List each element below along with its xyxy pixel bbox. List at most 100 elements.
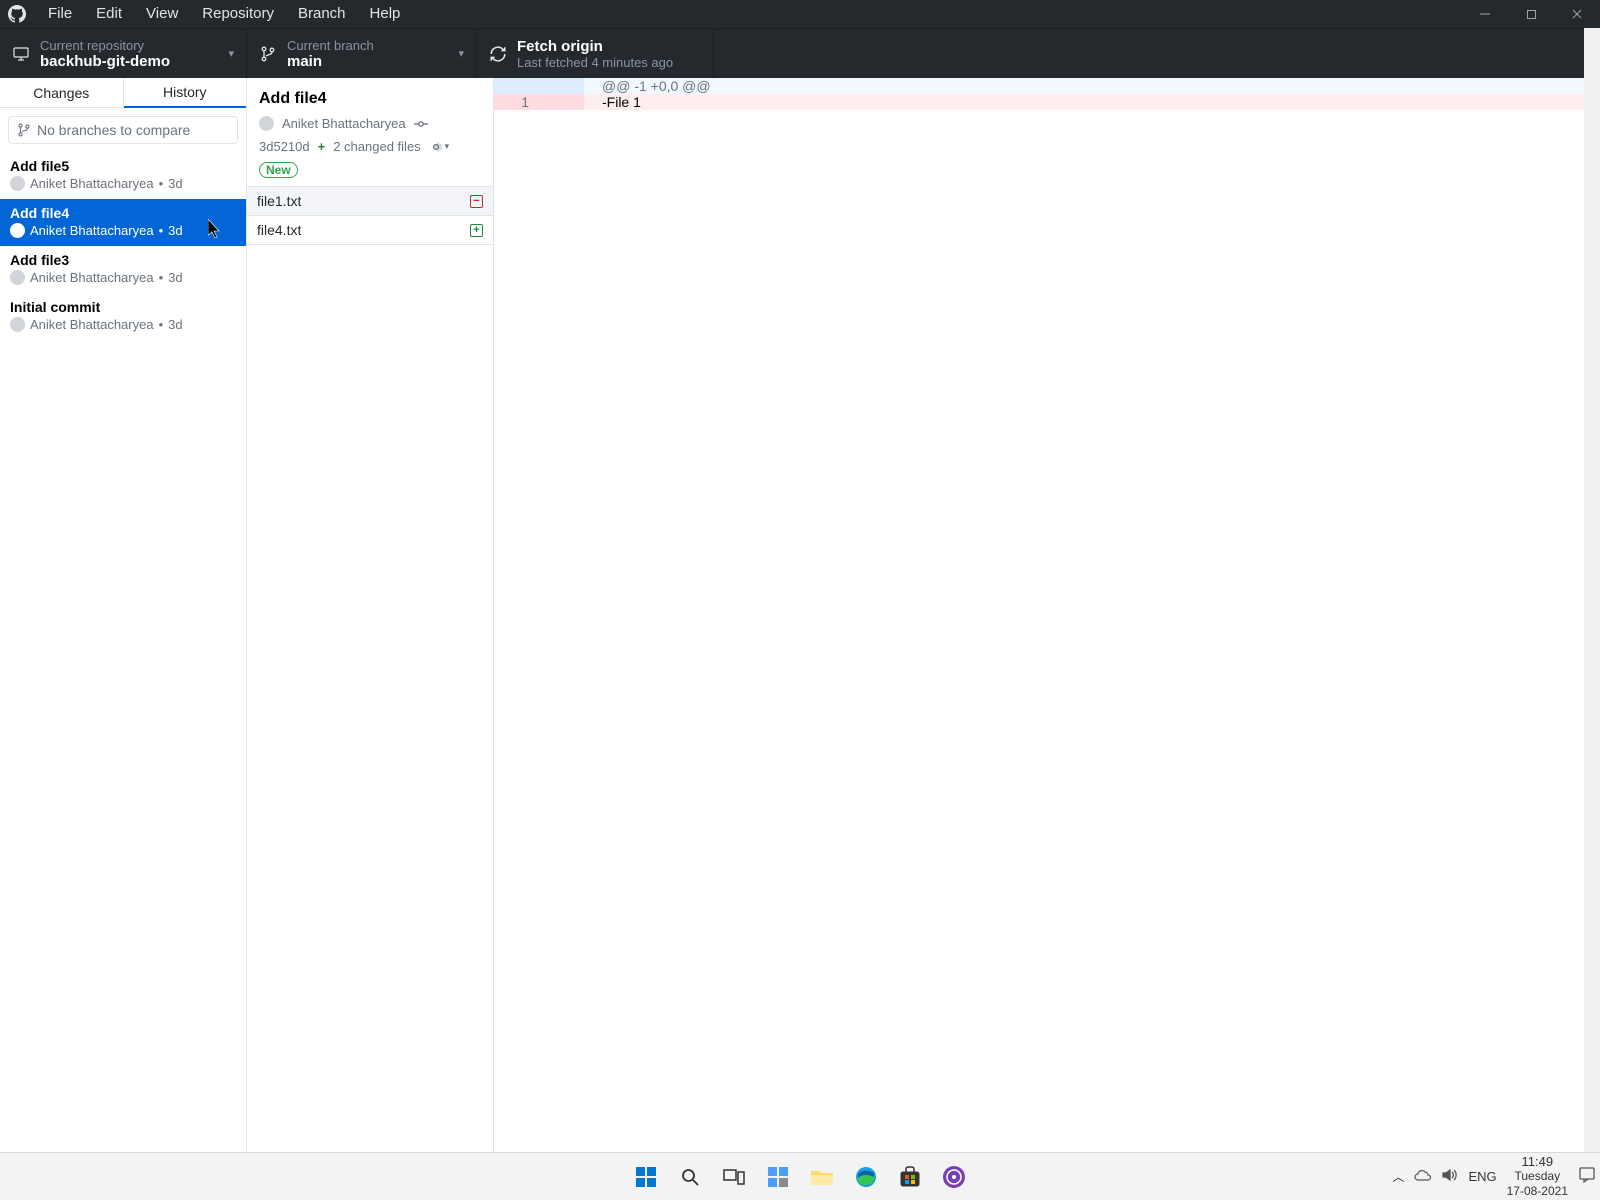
file-name: file4.txt xyxy=(257,222,301,238)
toolbar: Current repository backhub-git-demo ▾ Cu… xyxy=(0,28,1600,78)
menu-file[interactable]: File xyxy=(36,0,84,28)
diff-hunk-header: @@ -1 +0,0 @@ xyxy=(494,78,1600,94)
clock-day: Tuesday xyxy=(1507,1169,1568,1184)
commit-header: Add file4 Aniket Bhattacharyea 3d5210d +… xyxy=(247,78,493,187)
notifications-icon[interactable] xyxy=(1578,1166,1596,1187)
avatar xyxy=(10,176,25,191)
fetch-status: Last fetched 4 minutes ago xyxy=(517,55,673,70)
search-icon[interactable] xyxy=(675,1162,705,1192)
branch-name: main xyxy=(287,53,452,70)
github-desktop-app-icon[interactable] xyxy=(939,1162,969,1192)
commit-item-title: Add file4 xyxy=(10,205,236,221)
diff-line-content: -File 1 xyxy=(584,94,1600,110)
store-icon[interactable] xyxy=(895,1162,925,1192)
tab-history[interactable]: History xyxy=(124,78,247,108)
main-area: Changes History No branches to compare A… xyxy=(0,78,1600,1152)
language-indicator[interactable]: ENG xyxy=(1468,1169,1496,1184)
diff-view: @@ -1 +0,0 @@ 1 -File 1 xyxy=(494,78,1600,110)
commit-item-author: Aniket Bhattacharyea xyxy=(30,223,154,238)
commit-item-title: Add file3 xyxy=(10,252,236,268)
commit-item[interactable]: Add file5 Aniket Bhattacharyea•3d xyxy=(0,152,246,199)
file-deleted-icon: − xyxy=(470,195,483,208)
menu-view[interactable]: View xyxy=(134,0,190,28)
changed-file-row[interactable]: file4.txt + xyxy=(247,216,493,245)
commit-item-author: Aniket Bhattacharyea xyxy=(30,176,154,191)
changed-files-count[interactable]: 2 changed files xyxy=(333,139,420,154)
gear-icon[interactable]: ▾ xyxy=(429,140,450,154)
titlebar: File Edit View Repository Branch Help xyxy=(0,0,1600,28)
tab-changes[interactable]: Changes xyxy=(0,78,124,108)
branch-label: Current branch xyxy=(287,38,452,53)
onedrive-icon[interactable] xyxy=(1414,1169,1432,1184)
avatar xyxy=(10,317,25,332)
menu-edit[interactable]: Edit xyxy=(84,0,134,28)
clock-date: 17-08-2021 xyxy=(1507,1184,1568,1199)
diff-panel: @@ -1 +0,0 @@ 1 -File 1 xyxy=(494,78,1600,1152)
changed-file-row[interactable]: file1.txt − xyxy=(247,187,493,216)
old-line-number: 1 xyxy=(494,94,539,110)
window-controls xyxy=(1462,0,1600,28)
scrollbar-track[interactable] xyxy=(1584,28,1600,1152)
fetch-origin-button[interactable]: Fetch origin Last fetched 4 minutes ago xyxy=(477,29,714,78)
commit-item-time: 3d xyxy=(168,176,182,191)
clock-time: 11:49 xyxy=(1507,1154,1568,1169)
chevron-down-icon: ▾ xyxy=(228,47,234,60)
chevron-down-icon: ▾ xyxy=(458,47,464,60)
branch-compare-placeholder: No branches to compare xyxy=(37,122,190,138)
new-badge: New xyxy=(259,162,298,178)
current-repository-selector[interactable]: Current repository backhub-git-demo ▾ xyxy=(0,29,247,78)
close-button[interactable] xyxy=(1554,0,1600,28)
hunk-text: @@ -1 +0,0 @@ xyxy=(584,78,1600,94)
commit-sha-icon xyxy=(414,119,428,129)
desktop-icon xyxy=(12,46,30,62)
file-name: file1.txt xyxy=(257,193,301,209)
commit-item[interactable]: Add file4 Aniket Bhattacharyea•3d xyxy=(0,199,246,246)
avatar xyxy=(10,223,25,238)
commit-item[interactable]: Add file3 Aniket Bhattacharyea•3d xyxy=(0,246,246,293)
commit-item-author: Aniket Bhattacharyea xyxy=(30,317,154,332)
minimize-button[interactable] xyxy=(1462,0,1508,28)
commit-title: Add file4 xyxy=(259,90,481,108)
app-menu: File Edit View Repository Branch Help xyxy=(36,0,412,28)
sync-icon xyxy=(489,45,507,63)
start-button[interactable] xyxy=(631,1162,661,1192)
commit-item-time: 3d xyxy=(168,270,182,285)
github-logo-icon xyxy=(6,3,28,25)
commit-author: Aniket Bhattacharyea xyxy=(282,116,406,131)
left-tabs: Changes History xyxy=(0,78,246,108)
changed-file-list: file1.txt −file4.txt + xyxy=(247,187,493,1152)
commit-sha[interactable]: 3d5210d xyxy=(259,139,310,154)
branch-compare-input[interactable]: No branches to compare xyxy=(8,116,238,144)
maximize-button[interactable] xyxy=(1508,0,1554,28)
volume-icon[interactable] xyxy=(1442,1168,1458,1185)
tray-chevron-icon[interactable]: ︿ xyxy=(1392,1168,1404,1185)
diff-line: 1 -File 1 xyxy=(494,94,1600,110)
commit-item-title: Initial commit xyxy=(10,299,236,315)
commit-item-time: 3d xyxy=(168,317,182,332)
diff-stat-icon: + xyxy=(318,139,326,154)
commit-item[interactable]: Initial commit Aniket Bhattacharyea•3d xyxy=(0,293,246,340)
new-line-number xyxy=(539,94,584,110)
menu-help[interactable]: Help xyxy=(358,0,413,28)
menu-branch[interactable]: Branch xyxy=(286,0,358,28)
repo-name: backhub-git-demo xyxy=(40,53,222,70)
repo-label: Current repository xyxy=(40,38,222,53)
task-view-icon[interactable] xyxy=(719,1162,749,1192)
file-added-icon: + xyxy=(470,224,483,237)
edge-browser-icon[interactable] xyxy=(851,1162,881,1192)
menu-repository[interactable]: Repository xyxy=(190,0,286,28)
left-panel: Changes History No branches to compare A… xyxy=(0,78,247,1152)
git-branch-icon xyxy=(259,46,277,62)
commit-item-title: Add file5 xyxy=(10,158,236,174)
git-branch-icon xyxy=(17,123,31,137)
fetch-label: Fetch origin xyxy=(517,38,673,55)
commit-item-author: Aniket Bhattacharyea xyxy=(30,270,154,285)
avatar xyxy=(259,116,274,131)
clock[interactable]: 11:49 Tuesday 17-08-2021 xyxy=(1507,1154,1568,1199)
commit-item-time: 3d xyxy=(168,223,182,238)
widgets-icon[interactable] xyxy=(763,1162,793,1192)
file-explorer-icon[interactable] xyxy=(807,1162,837,1192)
commit-list: Add file5 Aniket Bhattacharyea•3dAdd fil… xyxy=(0,152,246,1152)
current-branch-selector[interactable]: Current branch main ▾ xyxy=(247,29,477,78)
windows-taskbar: ︿ ENG 11:49 Tuesday 17-08-2021 xyxy=(0,1152,1600,1200)
